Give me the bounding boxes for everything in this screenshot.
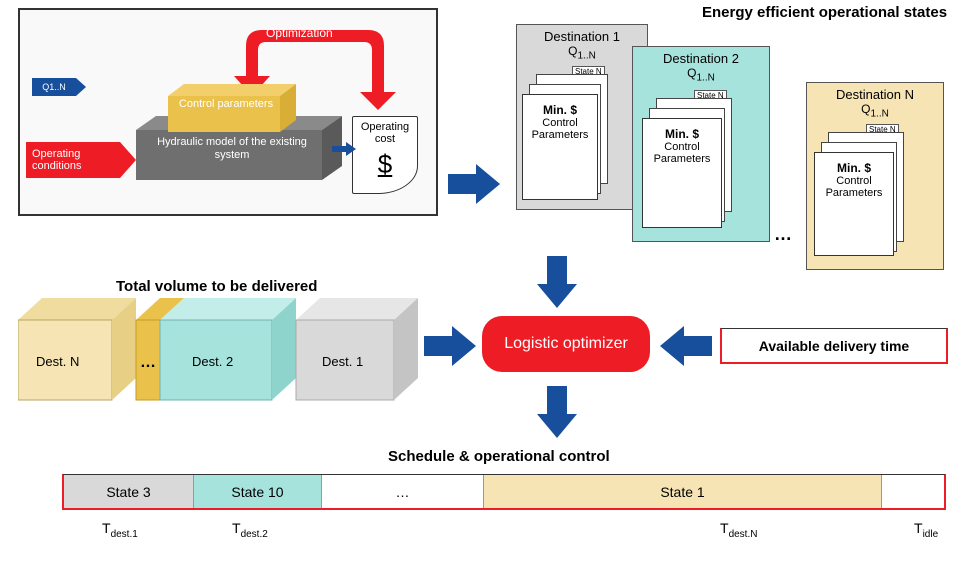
control-params-box <box>168 84 296 136</box>
vol-dest1-label: Dest. 1 <box>322 354 363 369</box>
dest2-sub: Q1..N <box>633 66 769 83</box>
schedule-seg-1: State 3 <box>64 475 194 508</box>
top-into-optimizer-arrow-icon <box>537 256 577 308</box>
dest2-card-l3: Parameters <box>654 153 711 165</box>
destN-sub: Q1..N <box>807 102 943 119</box>
vol-destN-label: Dest. N <box>36 354 79 369</box>
operating-conditions-arrow: Operating conditions <box>26 142 120 178</box>
cost-symbol: $ <box>357 149 413 180</box>
vol-ellipsis: … <box>140 354 156 372</box>
to-cost-arrow-icon <box>332 142 356 156</box>
schedule-seg-mid: … <box>322 475 484 508</box>
t-destN: Tdest.N <box>720 520 757 540</box>
system-model-panel: Q1..N Operating conditions Optimization … <box>18 8 438 216</box>
efficient-states-title: Energy efficient operational states <box>702 4 947 21</box>
dest2-card-l1: Min. $ <box>665 127 699 141</box>
cost-sheet: Operating cost $ <box>352 116 418 194</box>
schedule-bar: State 3 State 10 … State 1 <box>62 474 946 510</box>
volumes-3d <box>18 298 418 406</box>
dest1-sub: Q1..N <box>517 44 647 61</box>
dest1-card-l2: Control <box>542 117 577 129</box>
schedule-seg-idle <box>882 475 944 508</box>
q-input-label: Q1..N <box>42 82 66 92</box>
optimization-label: Optimization <box>266 26 333 40</box>
right-into-optimizer-arrow-icon <box>660 326 712 366</box>
schedule-seg-3: State 1 <box>484 475 882 508</box>
control-params-label: Control parameters <box>178 98 274 110</box>
operating-conditions-label: Operating conditions <box>32 148 120 172</box>
dest1-title: Destination 1 <box>517 29 647 44</box>
schedule-seg-2: State 10 <box>194 475 322 508</box>
dest2-title: Destination 2 <box>633 51 769 66</box>
dest2-card-l2: Control <box>664 141 699 153</box>
t-dest2: Tdest.2 <box>232 520 268 540</box>
destinations-ellipsis: … <box>774 224 792 245</box>
logistic-optimizer: Logistic optimizer <box>482 316 650 372</box>
to-destinations-arrow-icon <box>448 164 500 204</box>
left-into-optimizer-arrow-icon <box>424 326 476 366</box>
t-idle: Tidle <box>914 520 938 540</box>
q-input-arrow: Q1..N <box>32 78 76 96</box>
destN-card-l1: Min. $ <box>837 161 871 175</box>
volumes-title: Total volume to be delivered <box>116 278 317 295</box>
t-dest1: Tdest.1 <box>102 520 138 540</box>
hydraulic-model-label: Hydraulic model of the existing system <box>148 136 316 162</box>
available-delivery-time: Available delivery time <box>720 328 948 364</box>
dest1-card-l1: Min. $ <box>543 103 577 117</box>
destN-card: Min. $ Control Parameters <box>814 152 894 256</box>
destN-card-l2: Control <box>836 175 871 187</box>
bottom-out-optimizer-arrow-icon <box>537 386 577 438</box>
schedule-title: Schedule & operational control <box>388 448 610 465</box>
dest2-card: Min. $ Control Parameters <box>642 118 722 228</box>
destN-card-l3: Parameters <box>826 187 883 199</box>
cost-label: Operating cost <box>357 121 413 145</box>
vol-dest2-label: Dest. 2 <box>192 354 233 369</box>
destN-title: Destination N <box>807 87 943 102</box>
dest1-card-l3: Parameters <box>532 129 589 141</box>
dest1-card: Min. $ Control Parameters <box>522 94 598 200</box>
